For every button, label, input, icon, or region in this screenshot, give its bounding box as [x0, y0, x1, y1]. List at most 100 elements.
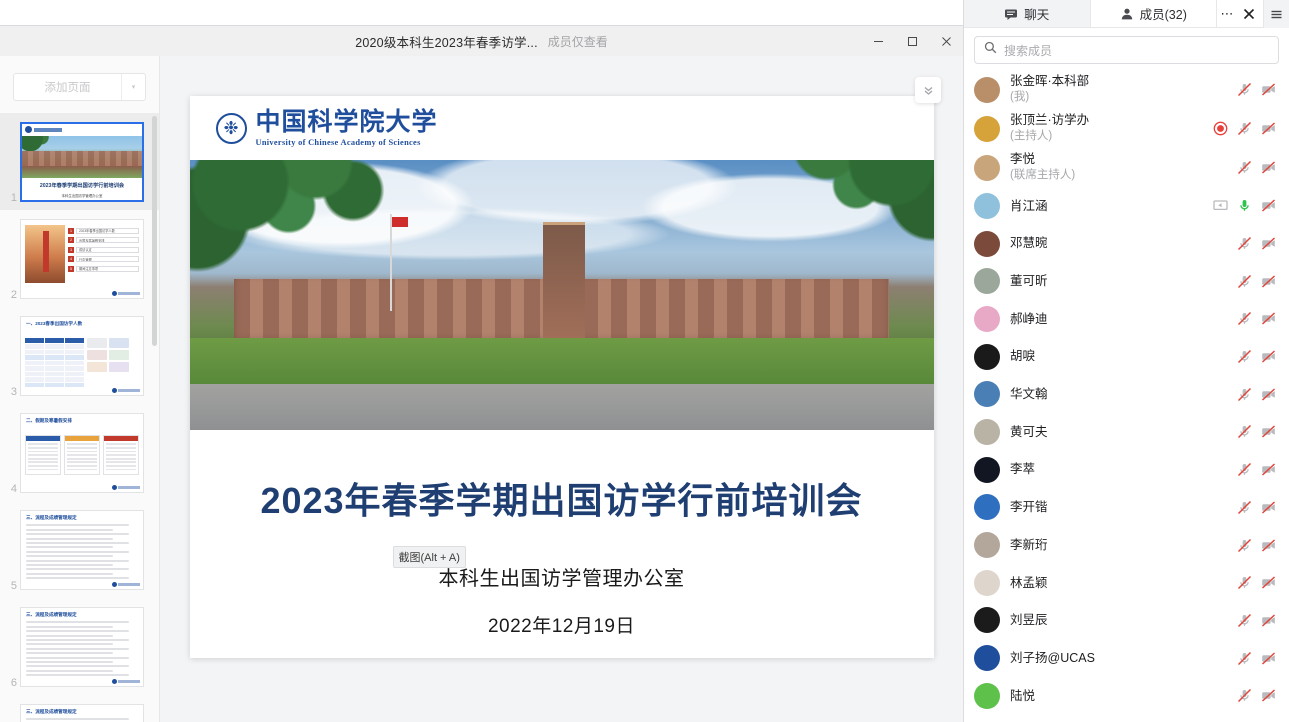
member-row[interactable]: 陆悦 — [964, 677, 1289, 715]
tab-members[interactable]: 成员(32) — [1090, 0, 1217, 27]
add-page-control[interactable]: 添加页面 ▾ — [13, 73, 146, 101]
member-row[interactable]: 肖江涵 — [964, 187, 1289, 225]
camera-muted-icon[interactable] — [1261, 613, 1276, 628]
microphone-muted-icon[interactable] — [1237, 613, 1252, 628]
member-name-block: 郝峥迪 — [1010, 312, 1227, 326]
search-members-box[interactable]: 搜索成员 — [974, 36, 1279, 64]
microphone-muted-icon[interactable] — [1237, 82, 1252, 97]
camera-muted-icon[interactable] — [1261, 538, 1276, 553]
thumbnail-preview: 一、2023春季出国访学人数 — [20, 315, 144, 396]
maximize-button[interactable] — [895, 26, 929, 56]
microphone-muted-icon[interactable] — [1237, 575, 1252, 590]
list-item: 2 出国及寒暑假安排 — [68, 237, 139, 243]
microphone-muted-icon[interactable] — [1237, 349, 1252, 364]
member-row[interactable]: 林孟颖 — [964, 564, 1289, 602]
member-name-block: 林孟颖 — [1010, 576, 1227, 590]
panel-action-buttons: ⋯ — [1217, 0, 1263, 27]
avatar — [974, 305, 1000, 332]
microphone-muted-icon[interactable] — [1237, 424, 1252, 439]
microphone-muted-icon[interactable] — [1237, 538, 1252, 553]
camera-muted-icon[interactable] — [1261, 500, 1276, 515]
camera-muted-icon[interactable] — [1261, 121, 1276, 136]
microphone-muted-icon[interactable] — [1237, 160, 1252, 175]
camera-muted-icon[interactable] — [1261, 274, 1276, 289]
member-row[interactable]: 张顶兰·访学办 (主持人) — [964, 109, 1289, 148]
chevron-down-icon[interactable]: ▾ — [121, 74, 145, 100]
member-row[interactable]: 李悦 (联席主持人) — [964, 148, 1289, 187]
member-row[interactable]: 黄可夫 — [964, 413, 1289, 451]
search-input[interactable]: 搜索成员 — [1004, 42, 1052, 59]
member-row[interactable]: 华文翰 — [964, 375, 1289, 413]
camera-muted-icon[interactable] — [1261, 688, 1276, 703]
microphone-muted-icon[interactable] — [1237, 274, 1252, 289]
camera-muted-icon[interactable] — [1261, 236, 1276, 251]
microphone-muted-icon[interactable] — [1237, 387, 1252, 402]
member-row[interactable]: 郝峥迪 — [964, 300, 1289, 338]
microphone-muted-icon[interactable] — [1237, 500, 1252, 515]
member-status-icons — [1237, 651, 1276, 666]
camera-muted-icon[interactable] — [1261, 198, 1276, 213]
member-row[interactable]: 刘子扬@UCAS — [964, 639, 1289, 677]
member-row[interactable]: 李萃 — [964, 451, 1289, 489]
member-name-block: 张顶兰·访学办 (主持人) — [1010, 113, 1203, 143]
thumbnail-slide-5[interactable]: 5 三、流程及成绩管理规定 — [0, 501, 159, 598]
camera-muted-icon[interactable] — [1261, 160, 1276, 175]
member-row[interactable]: 董可昕 — [964, 262, 1289, 300]
thumbnail-list[interactable]: 1 2023年春季学期出国访学行前培训会 本科生出国访学管理办公室 2 1 20… — [0, 113, 159, 722]
camera-muted-icon[interactable] — [1261, 424, 1276, 439]
thumbnail-slide-7[interactable]: 7 三、流程及成绩管理规定 — [0, 695, 159, 722]
thumb-title-text: 2023年春季学期出国访学行前培训会 — [39, 182, 125, 189]
microphone-muted-icon[interactable] — [1237, 311, 1252, 326]
microphone-muted-icon[interactable] — [1237, 651, 1252, 666]
close-icon — [1243, 8, 1255, 19]
microphone-muted-icon[interactable] — [1237, 688, 1252, 703]
more-options-button[interactable]: ⋯ — [1217, 0, 1237, 28]
avatar — [974, 115, 1000, 142]
collapse-toolbar-button[interactable] — [915, 77, 941, 103]
camera-muted-icon[interactable] — [1261, 651, 1276, 666]
tree-right — [725, 160, 934, 247]
tab-chat[interactable]: 聊天 — [964, 0, 1091, 27]
thumbnail-slide-2[interactable]: 2 1 2023年春季出国访学人数 2 出国及寒暑假安排 3 成绩认定 4 行中管理 5… — [0, 210, 159, 307]
panel-menu-button[interactable] — [1263, 0, 1289, 28]
avatar — [974, 569, 1000, 596]
member-row[interactable]: 邓慧晼 — [964, 225, 1289, 263]
microphone-muted-icon[interactable] — [1237, 462, 1252, 477]
member-row[interactable]: 李开锴 — [964, 489, 1289, 527]
camera-muted-icon[interactable] — [1261, 349, 1276, 364]
member-row[interactable]: 胡唳 — [964, 338, 1289, 376]
member-name-block: 李萃 — [1010, 462, 1227, 476]
thumbnail-slide-3[interactable]: 3 一、2023春季出国访学人数 — [0, 307, 159, 404]
close-button[interactable] — [929, 26, 963, 56]
camera-muted-icon[interactable] — [1261, 311, 1276, 326]
microphone-on-icon[interactable] — [1237, 198, 1252, 213]
member-row[interactable]: 刘昱辰 — [964, 602, 1289, 640]
thumb-photo — [25, 224, 65, 283]
member-list[interactable]: 张金晖·本科部 (我) 张顶兰·访学办 (主持人) 李悦 (联席主持人) 肖江涵… — [964, 70, 1289, 722]
list-item: 5 期间注意事项 — [68, 265, 139, 272]
thumbnail-slide-4[interactable]: 4 二、假期及寒暑假安排 — [0, 404, 159, 501]
member-row[interactable]: 张金晖·本科部 (我) — [964, 70, 1289, 109]
member-row[interactable]: 李新珩 — [964, 526, 1289, 564]
thumbnail-slide-1[interactable]: 1 2023年春季学期出国访学行前培训会 本科生出国访学管理办公室 — [0, 113, 159, 210]
thumbnail-slide-6[interactable]: 6 三、流程及成绩管理规定 — [0, 598, 159, 695]
screen-share-icon[interactable] — [1213, 198, 1228, 213]
thumbnail-scrollbar[interactable] — [152, 116, 157, 346]
camera-muted-icon[interactable] — [1261, 575, 1276, 590]
microphone-muted-icon[interactable] — [1237, 121, 1252, 136]
microphone-muted-icon[interactable] — [1237, 236, 1252, 251]
camera-muted-icon[interactable] — [1261, 82, 1276, 97]
member-name-block: 董可昕 — [1010, 274, 1227, 288]
camera-muted-icon[interactable] — [1261, 462, 1276, 477]
thumb-campus-photo — [22, 135, 142, 178]
slide-footer-logo — [112, 678, 140, 684]
shared-screen-area: 2020级本科生2023年春季访学... 成员仅查看 添加页面 ▾ 1 2023… — [0, 0, 963, 722]
add-page-button[interactable]: 添加页面 — [14, 74, 121, 100]
member-status-icons — [1237, 538, 1276, 553]
slide-thumbnail-panel[interactable]: 添加页面 ▾ 1 2023年春季学期出国访学行前培训会 本科生出国访学管理办公室… — [0, 56, 160, 722]
camera-muted-icon[interactable] — [1261, 387, 1276, 402]
panel-close-button[interactable] — [1239, 0, 1259, 28]
minimize-button[interactable] — [861, 26, 895, 56]
slide-text-body: 2023年春季学期出国访学行前培训会 本科生出国访学管理办公室 2022年12月… — [190, 430, 934, 638]
thumb-body-lines — [26, 718, 138, 722]
